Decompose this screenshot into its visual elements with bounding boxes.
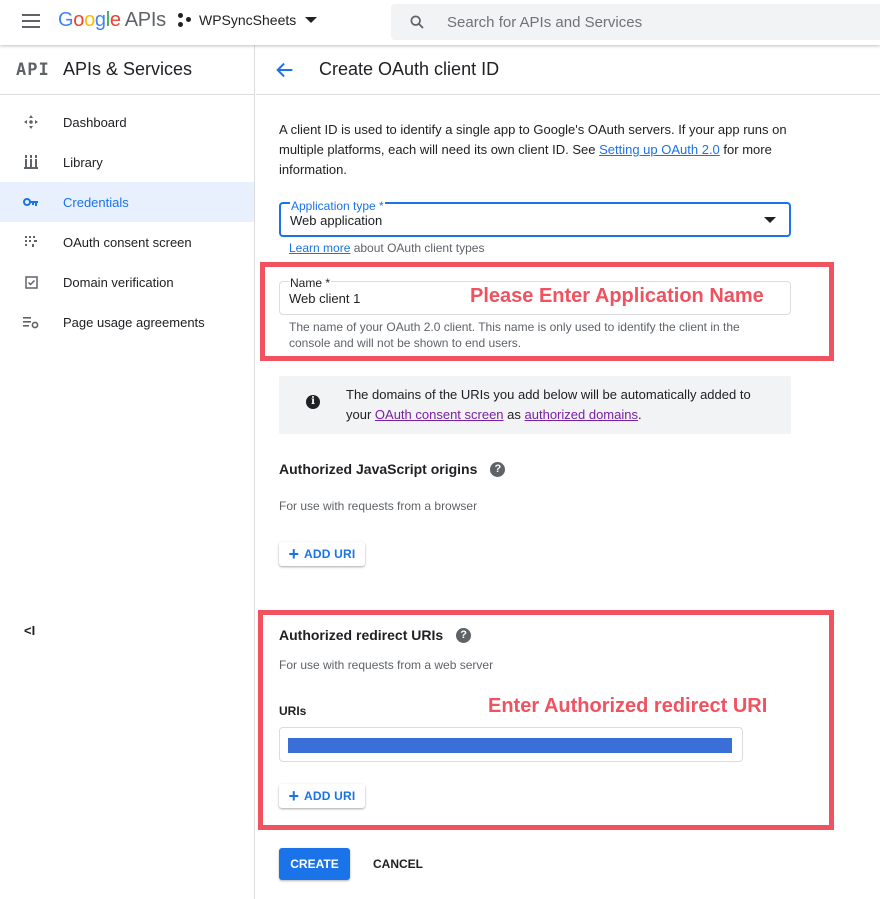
- annotation-name-note: Please Enter Application Name: [470, 285, 764, 307]
- redirect-uris-subtitle: For use with requests from a web server: [279, 658, 494, 672]
- search-bar[interactable]: [391, 4, 880, 40]
- plus-icon: +: [288, 544, 300, 564]
- name-hint: The name of your OAuth 2.0 client. This …: [289, 320, 740, 350]
- redirect-uris-title-text: Authorized redirect URIs: [279, 627, 444, 643]
- sidebar-item-credentials[interactable]: Credentials: [0, 182, 254, 222]
- settings-list-icon: [22, 313, 40, 331]
- google-apis-logo[interactable]: Google APIs: [58, 9, 166, 32]
- info-text-part: as: [503, 407, 525, 422]
- logo-letter: o: [73, 9, 85, 31]
- search-input[interactable]: [447, 12, 867, 32]
- intro-text: A client ID is used to identify a single…: [279, 120, 799, 180]
- learn-more-suffix: about OAuth client types: [350, 241, 485, 255]
- application-type-label: Application type *: [290, 199, 385, 213]
- search-icon: [410, 15, 424, 29]
- domain-check-icon: [22, 273, 40, 291]
- authorized-domains-link[interactable]: authorized domains: [525, 407, 638, 422]
- dropdown-arrow-icon: [764, 217, 776, 223]
- plus-icon: +: [288, 786, 300, 806]
- sidebar-item-oauth-consent[interactable]: OAuth consent screen: [0, 222, 254, 262]
- sidebar: API APIs & Services Dashboard Library Cr…: [0, 45, 255, 899]
- application-type-value: Web application: [290, 213, 383, 228]
- add-uri-label: ADD URI: [304, 789, 356, 803]
- logo-letter: o: [84, 9, 95, 31]
- learn-more-text: Learn more about OAuth client types: [289, 241, 484, 255]
- sidebar-title: APIs & Services: [63, 59, 193, 79]
- learn-more-link[interactable]: Learn more: [289, 241, 350, 255]
- collapse-sidebar-icon[interactable]: <I: [24, 623, 35, 638]
- add-js-origin-uri-button[interactable]: + ADD URI: [279, 542, 365, 566]
- page-title: Create OAuth client ID: [319, 59, 500, 79]
- logo-letter: e: [109, 9, 121, 31]
- js-origins-title: Authorized JavaScript origins?: [279, 461, 506, 477]
- sidebar-item-label: Credentials: [63, 194, 129, 210]
- add-uri-label: ADD URI: [304, 547, 356, 561]
- sidebar-item-dashboard[interactable]: Dashboard: [0, 102, 254, 142]
- sidebar-header: API APIs & Services: [0, 45, 254, 95]
- top-bar: Google APIs WPSyncSheets: [0, 0, 880, 45]
- logo-apis-text: APIs: [124, 9, 166, 31]
- sidebar-item-label: OAuth consent screen: [63, 234, 192, 250]
- sidebar-item-domain-verification[interactable]: Domain verification: [0, 262, 254, 302]
- redirect-uris-title: Authorized redirect URIs?: [279, 627, 472, 643]
- application-type-select[interactable]: Application type * Web application: [279, 199, 791, 237]
- api-logo-icon: API: [16, 59, 50, 80]
- uris-label: URIs: [279, 704, 307, 718]
- logo-letter: g: [94, 9, 106, 31]
- chevron-down-icon: [305, 17, 318, 23]
- create-button[interactable]: CREATE: [279, 848, 350, 880]
- help-icon[interactable]: ?: [456, 627, 472, 643]
- cancel-button[interactable]: CANCEL: [363, 848, 433, 880]
- sidebar-nav: Dashboard Library Credentials OAuth cons…: [0, 102, 254, 342]
- library-icon: [22, 153, 40, 171]
- key-icon: [22, 193, 40, 211]
- project-name: WPSyncSheets: [199, 12, 297, 28]
- consent-screen-icon: [22, 233, 40, 251]
- project-selector[interactable]: WPSyncSheets: [178, 12, 318, 28]
- sidebar-item-label: Domain verification: [63, 274, 174, 290]
- info-text: The domains of the URIs you add below wi…: [346, 385, 776, 425]
- info-icon: i: [306, 395, 320, 409]
- name-value[interactable]: Web client 1: [289, 291, 360, 306]
- annotation-redirect-note: Enter Authorized redirect URI: [488, 695, 768, 717]
- sidebar-item-label: Dashboard: [63, 114, 127, 130]
- logo-letter: G: [58, 9, 74, 31]
- add-redirect-uri-button[interactable]: + ADD URI: [279, 784, 365, 808]
- sidebar-item-page-usage[interactable]: Page usage agreements: [0, 302, 254, 342]
- redacted-uri-value: [288, 738, 732, 753]
- page-header: Create OAuth client ID: [256, 45, 880, 95]
- help-icon[interactable]: ?: [490, 461, 506, 477]
- js-origins-title-text: Authorized JavaScript origins: [279, 461, 478, 477]
- redirect-uri-input[interactable]: [279, 727, 743, 762]
- dashboard-icon: [22, 113, 40, 131]
- sidebar-item-label: Library: [63, 154, 103, 170]
- oauth-consent-screen-link[interactable]: OAuth consent screen: [375, 407, 504, 422]
- back-arrow-icon[interactable]: [274, 59, 296, 81]
- setting-up-oauth-link[interactable]: Setting up OAuth 2.0: [599, 142, 720, 157]
- sidebar-item-library[interactable]: Library: [0, 142, 254, 182]
- js-origins-subtitle: For use with requests from a browser: [279, 499, 478, 513]
- project-icon: [178, 12, 192, 28]
- info-text-part: .: [637, 407, 642, 422]
- menu-icon[interactable]: [22, 14, 40, 28]
- sidebar-item-label: Page usage agreements: [63, 314, 205, 330]
- info-box: i The domains of the URIs you add below …: [279, 376, 791, 434]
- main-content: Create OAuth client ID A client ID is us…: [256, 45, 880, 899]
- name-label: Name *: [289, 276, 332, 290]
